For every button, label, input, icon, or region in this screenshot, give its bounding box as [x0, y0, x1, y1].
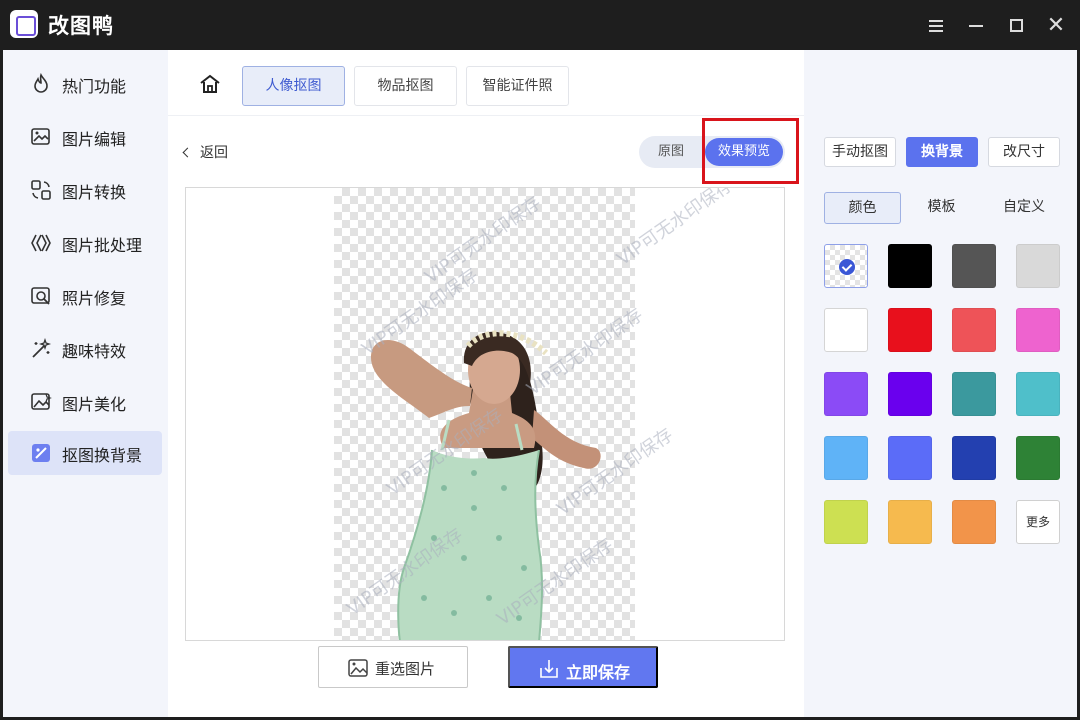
tab-portrait-cutout[interactable]: 人像抠图	[242, 66, 345, 106]
more-colors-button[interactable]: 更多	[1016, 500, 1060, 544]
tab-id-photo[interactable]: 智能证件照	[466, 66, 569, 106]
sidebar-item-label: 图片编辑	[62, 130, 127, 149]
beautify-icon	[31, 393, 52, 410]
photo-repair-icon	[31, 287, 50, 305]
back-button[interactable]: 返回	[182, 142, 228, 162]
color-swatch[interactable]	[952, 244, 996, 288]
maximize-icon[interactable]	[1002, 12, 1030, 40]
color-swatch[interactable]	[952, 308, 996, 352]
image-icon	[348, 659, 368, 677]
color-swatch[interactable]	[1016, 436, 1060, 480]
sidebar-item-label: 照片修复	[62, 289, 127, 308]
sidebar: 热门功能 图片编辑 图片转换 图片批处理 照片修复 趣味特效 图片美化 抠图换背…	[3, 50, 168, 717]
home-icon[interactable]	[198, 72, 222, 96]
tab-resize[interactable]: 改尺寸	[988, 137, 1060, 167]
close-icon[interactable]: ✕	[1042, 12, 1070, 40]
back-label: 返回	[200, 145, 228, 161]
app-client: 热门功能 图片编辑 图片转换 图片批处理 照片修复 趣味特效 图片美化 抠图换背…	[3, 50, 1077, 717]
color-swatch[interactable]	[952, 372, 996, 416]
sidebar-item-convert[interactable]: 图片转换	[8, 168, 162, 212]
convert-icon	[31, 180, 51, 200]
color-swatch[interactable]	[888, 500, 932, 544]
original-view-button[interactable]: 原图	[639, 136, 703, 168]
save-now-button[interactable]: 立即保存	[508, 646, 658, 688]
sidebar-item-label: 热门功能	[62, 77, 127, 96]
color-swatch[interactable]	[1016, 372, 1060, 416]
batch-icon	[31, 234, 51, 252]
color-swatch[interactable]	[952, 500, 996, 544]
title-bar: 改图鸭 ✕	[0, 0, 1080, 50]
sidebar-item-label: 图片转换	[62, 183, 127, 202]
color-swatch[interactable]	[824, 244, 868, 288]
menu-icon[interactable]	[922, 12, 950, 40]
sidebar-item-photo-repair[interactable]: 照片修复	[8, 274, 162, 318]
sidebar-item-batch[interactable]: 图片批处理	[8, 221, 162, 265]
color-swatch[interactable]	[888, 308, 932, 352]
color-swatch[interactable]	[888, 436, 932, 480]
sidebar-item-beautify[interactable]: 图片美化	[8, 380, 162, 424]
main-editor: 返回 原图 效果预览 VIP可无水印保存 VIP可无水印保存 VIP可无水印保存…	[168, 116, 804, 717]
tab-manual-cutout[interactable]: 手动抠图	[824, 137, 896, 167]
color-swatch[interactable]	[824, 436, 868, 480]
download-icon	[540, 660, 558, 678]
reselect-label: 重选图片	[375, 661, 436, 678]
color-swatch[interactable]	[888, 372, 932, 416]
color-swatch[interactable]	[952, 436, 996, 480]
sidebar-item-image-edit[interactable]: 图片编辑	[8, 115, 162, 159]
color-swatch[interactable]	[824, 372, 868, 416]
right-panel: 手动抠图 换背景 改尺寸 颜色 模板 自定义 更多	[804, 50, 1077, 717]
tab-change-background[interactable]: 换背景	[906, 137, 978, 167]
app-title: 改图鸭	[48, 14, 114, 38]
reselect-image-button[interactable]: 重选图片	[318, 646, 468, 688]
tab-object-cutout[interactable]: 物品抠图	[354, 66, 457, 106]
cutout-icon	[32, 444, 50, 462]
app-logo-icon	[10, 10, 38, 38]
color-swatch[interactable]	[824, 308, 868, 352]
color-swatch[interactable]	[824, 500, 868, 544]
sidebar-item-label: 趣味特效	[62, 342, 127, 361]
sidebar-item-label: 图片批处理	[62, 236, 143, 255]
chevron-left-icon	[182, 147, 193, 158]
sidebar-item-cutout[interactable]: 抠图换背景	[8, 431, 162, 475]
checkmark-icon	[839, 259, 855, 275]
sidebar-item-hot[interactable]: 热门功能	[8, 62, 162, 106]
minimize-icon[interactable]	[962, 12, 990, 40]
subtab-template[interactable]: 模板	[904, 192, 979, 224]
sidebar-item-label: 抠图换背景	[62, 446, 143, 465]
magic-wand-icon	[32, 338, 52, 358]
sidebar-item-fun-effects[interactable]: 趣味特效	[8, 327, 162, 371]
highlight-box	[702, 118, 799, 184]
subtab-custom[interactable]: 自定义	[984, 192, 1064, 224]
color-swatch[interactable]	[1016, 308, 1060, 352]
color-swatch[interactable]	[888, 244, 932, 288]
color-swatch[interactable]	[1016, 244, 1060, 288]
fire-icon	[34, 73, 48, 93]
subtab-color[interactable]: 颜色	[824, 192, 901, 224]
top-tab-bar: 人像抠图 物品抠图 智能证件照	[168, 50, 804, 116]
image-canvas[interactable]: VIP可无水印保存 VIP可无水印保存 VIP可无水印保存 VIP可无水印保存 …	[185, 187, 785, 641]
save-label: 立即保存	[566, 665, 631, 682]
image-edit-icon	[31, 128, 50, 145]
sidebar-item-label: 图片美化	[62, 395, 127, 414]
